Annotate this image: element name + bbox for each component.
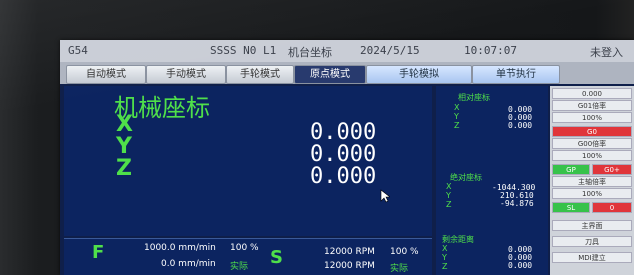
remaining-axes: X Y Z	[442, 244, 447, 271]
time: 10:07:07	[464, 44, 517, 57]
remaining-axis-y: Y	[442, 253, 447, 262]
spindle-label: S	[270, 247, 283, 268]
absolute-title: 绝对座标	[450, 173, 482, 182]
relative-z-value: 0.000	[508, 121, 533, 130]
g01-override-button[interactable]: G01倍率	[552, 100, 632, 111]
relative-axes: X Y Z	[454, 103, 459, 130]
spindle-actual-label: 实际	[390, 264, 409, 274]
axis-z-label: Z	[116, 156, 132, 181]
coord-system: G54	[68, 44, 88, 57]
relative-title: 相对座标	[458, 93, 490, 102]
cnc-screen: G54 SSSS N0 L1 机台坐标 2024/5/15 10:07:07 未…	[60, 40, 634, 275]
g01-override-value: 100%	[552, 112, 632, 123]
tab-home[interactable]: 原点模式	[294, 65, 366, 84]
remaining-axis-z: Z	[442, 262, 448, 271]
mdi-button[interactable]: MDI建立	[552, 252, 632, 263]
relative-axis-x: X	[454, 103, 460, 112]
spindle-override-value: 100%	[552, 188, 632, 199]
feed-percent: 100 %	[230, 243, 259, 253]
mode-tabs: 自动模式 手动模式 手轮模式 原点模式 手轮模拟 单节执行	[60, 62, 634, 84]
tab-handwheel[interactable]: 手轮模式	[226, 65, 294, 84]
spindle-value: 12000 RPM	[324, 247, 375, 257]
remaining-z-value: 0.000	[508, 261, 533, 270]
override-side-panel: 0.000 G01倍率 100% G0 G00倍率 100% GP G0+ 主轴…	[550, 86, 634, 275]
tab-auto[interactable]: 自动模式	[66, 65, 146, 84]
feed-label: F	[92, 242, 105, 263]
spindle-override-button[interactable]: 主轴倍率	[552, 176, 632, 187]
tab-handwheel-sim[interactable]: 手轮模拟	[366, 65, 472, 84]
sl-indicator[interactable]: SL	[552, 202, 590, 213]
absolute-z-value: -94.876	[500, 199, 534, 208]
remaining-axis-x: X	[442, 244, 448, 253]
absolute-axis-z: Z	[446, 200, 452, 209]
axis-z-value: 0.000	[310, 164, 377, 189]
relative-axis-y: Y	[454, 112, 459, 121]
coordinates-side-panel: 相对座标 X Y Z 0.000 0.000 0.000 绝对座标 X Y Z …	[436, 86, 548, 275]
feed-spindle-panel: F 1000.0 mm/min 100 % 0.0 mm/min 实际 S 12…	[64, 238, 432, 275]
date: 2024/5/15	[360, 44, 420, 57]
panel-name: 机台坐标	[288, 46, 332, 59]
relative-axis-z: Z	[454, 121, 460, 130]
spindle-percent: 100 %	[390, 247, 419, 257]
g00-override-button[interactable]: G00倍率	[552, 138, 632, 149]
g00-override-value: 100%	[552, 150, 632, 161]
side-value: 0.000	[552, 88, 632, 99]
tool-button[interactable]: 刀具	[552, 236, 632, 247]
absolute-axes: X Y Z	[446, 182, 451, 209]
sl-value-indicator: 0	[592, 202, 632, 213]
tab-single-block[interactable]: 单节执行	[472, 65, 560, 84]
spindle-actual-value: 12000 RPM	[324, 261, 375, 271]
program-status: SSSS N0 L1	[210, 44, 277, 57]
status-bar: G54 SSSS N0 L1 机台坐标 2024/5/15 10:07:07 未…	[60, 40, 634, 62]
tab-manual[interactable]: 手动模式	[146, 65, 226, 84]
absolute-axis-y: Y	[446, 191, 451, 200]
feed-actual-value: 0.0 mm/min	[161, 259, 216, 269]
feed-actual-label: 实际	[230, 262, 249, 272]
mouse-cursor-icon	[380, 188, 391, 207]
gp-indicator[interactable]: GP	[552, 164, 590, 175]
g0-indicator[interactable]: G0	[552, 126, 632, 137]
feed-value: 1000.0 mm/min	[144, 243, 216, 253]
absolute-axis-x: X	[446, 182, 452, 191]
login-status: 未登入	[590, 46, 623, 59]
main-screen-button[interactable]: 主界面	[552, 220, 632, 231]
g0plus-indicator[interactable]: G0+	[592, 164, 632, 175]
